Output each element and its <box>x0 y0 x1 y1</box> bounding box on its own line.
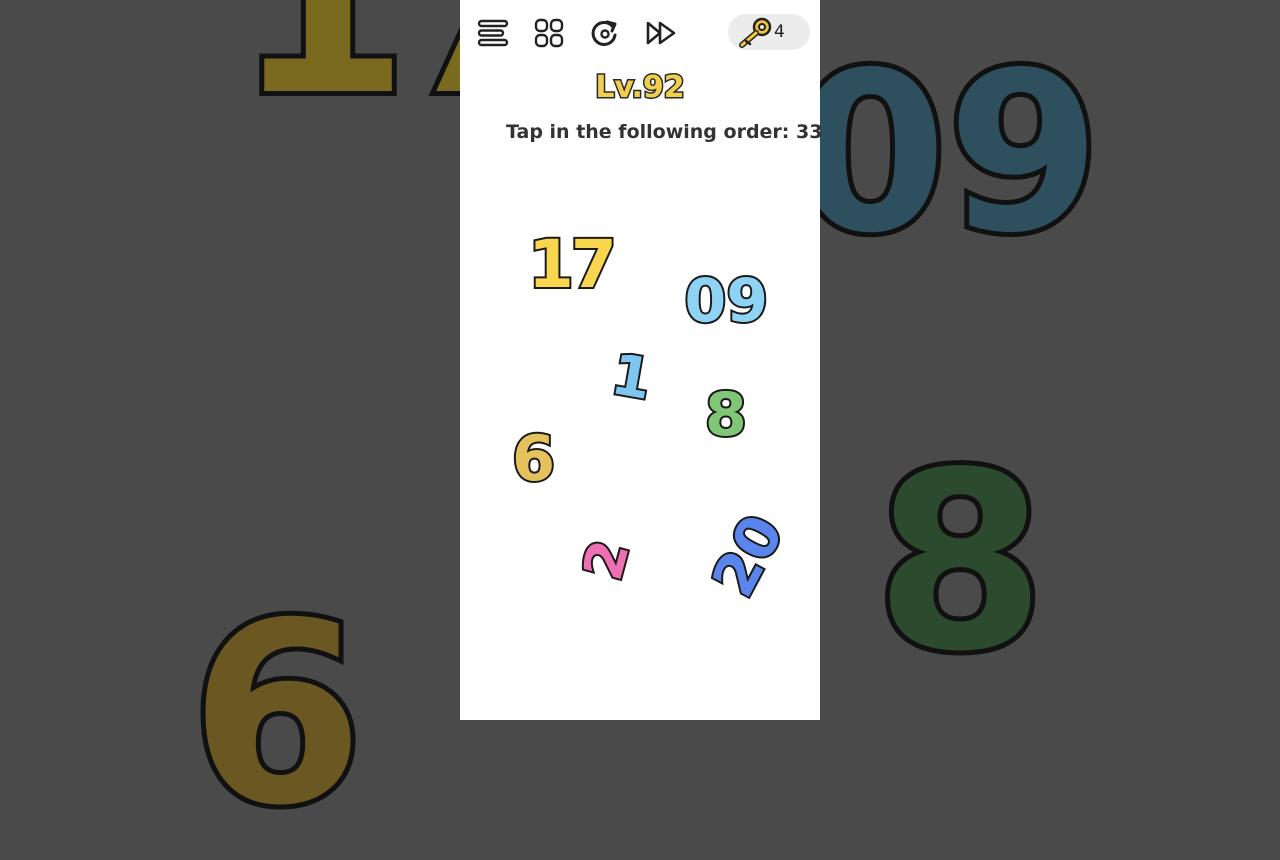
number-60-tile[interactable]: 60 <box>683 261 771 335</box>
grid-icon <box>534 18 564 48</box>
background-number-8: 8 <box>870 420 1051 705</box>
restart-button[interactable] <box>586 14 624 52</box>
number-2-tile[interactable]: 2 <box>569 532 644 589</box>
level-title: Lv.92 <box>594 69 686 107</box>
hint-key-button[interactable]: 4 <box>728 14 810 50</box>
number-6-tile[interactable]: 6 <box>510 426 557 492</box>
level-select-button[interactable] <box>530 14 568 52</box>
game-screen: 4 Lv.92 Tap in the following order: 33 1… <box>460 0 823 720</box>
key-count: 4 <box>774 22 785 42</box>
key-icon <box>739 17 772 48</box>
skip-icon <box>646 21 676 45</box>
number-17-tile[interactable]: 17 <box>526 230 619 300</box>
restart-icon <box>591 20 617 46</box>
number-1-tile[interactable]: 1 <box>605 340 659 415</box>
number-20-tile[interactable]: 20 <box>697 502 799 609</box>
instruction-text: Tap in the following order: 33 <box>506 121 823 143</box>
number-8-tile[interactable]: 8 <box>703 383 749 447</box>
skip-button[interactable] <box>642 14 680 52</box>
menu-button[interactable] <box>474 14 512 52</box>
menu-icon <box>477 19 509 47</box>
background-number-6: 6 <box>185 569 369 860</box>
background-number-60: 60 <box>789 12 1105 278</box>
